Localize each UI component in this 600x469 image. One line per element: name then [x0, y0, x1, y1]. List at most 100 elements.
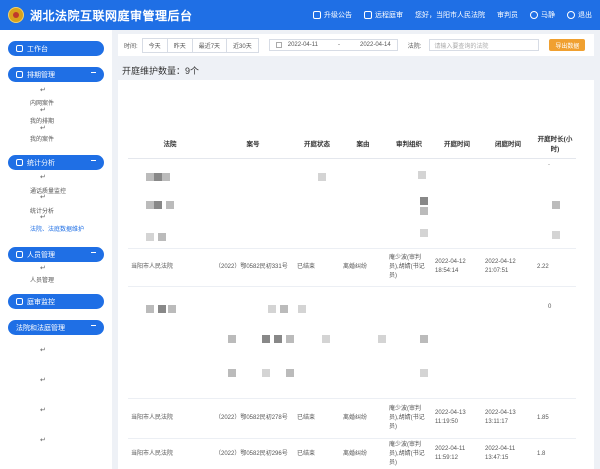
col-duration: 开庭时长(小时) [534, 128, 576, 159]
col-status: 开庭状态 [294, 128, 340, 159]
menu-statistics[interactable]: 统计分析 [8, 155, 104, 170]
cell-duration: 2.22 [534, 248, 576, 287]
calendar-icon [275, 42, 282, 48]
user-icon [530, 11, 538, 19]
submenu-my-cases[interactable]: 我的案件 [30, 134, 54, 143]
range-today-button[interactable]: 今天 [143, 38, 168, 52]
quick-range-group: 今天 昨天 最近7天 近30天 [141, 37, 259, 53]
return-glyph: ↵ [40, 107, 46, 114]
col-court: 法院 [128, 128, 212, 159]
cell-duration: 1.85 [534, 398, 576, 439]
monitor-icon [16, 298, 23, 305]
cell-court: 当阳市人民法院 [128, 398, 212, 439]
return-glyph: ↵ [40, 194, 46, 201]
court-search-input[interactable]: 请输入要查询的法院 [429, 39, 540, 51]
top-header: 湖北法院互联网庭审管理后台 升级公告 远程庭审 您好，当阳市人民法院 审判员 马… [0, 0, 600, 30]
menu-court-management[interactable]: 法院和法庭管理 [8, 320, 104, 335]
cell-close-time: 2022-04-11 13:47:15 [482, 438, 534, 469]
table-row[interactable]: 当阳市人民法院 （2022）鄂0582民初331号 已结束 离婚纠纷 庵少波(审… [128, 248, 576, 287]
chart-icon [16, 159, 23, 166]
time-label: 时间: [124, 43, 138, 50]
hearing-table: 法院 案号 开庭状态 案由 审判组织 开庭时间 闭庭时间 开庭时长(小时) - … [128, 128, 576, 469]
range-7days-button[interactable]: 最近7天 [193, 38, 228, 52]
maintenance-count: 开庭维护数量：9个 [122, 66, 200, 76]
return-glyph: ↵ [40, 87, 46, 94]
schedule-icon [16, 71, 23, 78]
cell-open-time: 2022-04-11 11:59:12 [432, 438, 482, 469]
return-glyph: ↵ [40, 377, 46, 384]
submenu-call-quality[interactable]: 通话质量监控 [30, 186, 66, 195]
cell-case-no: （2022）鄂0582民初331号 [212, 248, 294, 287]
upgrade-notice-link[interactable]: 升级公告 [313, 10, 352, 20]
remote-trial-link[interactable]: 远程庭审 [364, 10, 403, 20]
dashboard-icon [16, 45, 23, 52]
collapse-icon[interactable] [91, 325, 96, 326]
return-glyph: ↵ [40, 125, 46, 132]
cell-status: 已结束 [294, 398, 340, 439]
return-glyph: ↵ [40, 407, 46, 414]
submenu-court-data-maintenance[interactable]: 法院、法庭数据维护 [30, 224, 84, 233]
col-case-no: 案号 [212, 128, 294, 159]
role-text: 审判员 [497, 12, 518, 19]
cell-status: 已结束 [294, 248, 340, 287]
return-glyph: ↵ [40, 174, 46, 181]
cell-org: 庵少波(审判员),胡婧(书记员) [386, 438, 432, 469]
range-30days-button[interactable]: 近30天 [227, 39, 258, 52]
court-emblem-icon [8, 7, 24, 23]
cell-duration: 1.8 [534, 438, 576, 469]
cell-court: 当阳市人民法院 [128, 438, 212, 469]
return-glyph: ↵ [40, 265, 46, 272]
range-yesterday-button[interactable]: 昨天 [168, 38, 193, 52]
col-cause: 案由 [340, 128, 386, 159]
table-row[interactable]: 当阳市人民法院 （2022）鄂0582民初278号 已结束 离婚纠纷 庵少波(审… [128, 398, 576, 439]
menu-personnel[interactable]: 人员管理 [8, 247, 104, 262]
cell-org: 庵少波(审判员),胡婧(书记员) [386, 398, 432, 439]
cell-cause: 离婚纠纷 [340, 398, 386, 439]
end-date: 2022-04-14 [359, 42, 391, 48]
user-menu[interactable]: 马静 [530, 10, 555, 20]
announcement-icon [313, 11, 321, 19]
collapse-icon[interactable] [91, 160, 96, 161]
cell-org: 庵少波(审判员),胡婧(书记员) [386, 248, 432, 287]
sidebar: 工作台 排期管理 ↵ 内网案件 ↵ 我的排期 ↵ 我的案件 统计分析 ↵ 通话质… [0, 30, 112, 469]
greeting-text: 您好，当阳市人民法院 [415, 12, 485, 19]
cell-open-time: 2022-04-13 11:19:50 [432, 398, 482, 439]
main-content: 时间: 今天 昨天 最近7天 近30天 2022-04-11 - 2022-04… [112, 30, 600, 469]
logout-icon [567, 11, 575, 19]
col-close-time: 闭庭时间 [482, 128, 534, 159]
cell-open-time: 2022-04-12 18:54:14 [432, 248, 482, 287]
cell-close-time: 2022-04-12 21:07:51 [482, 248, 534, 287]
court-label: 法院: [407, 43, 422, 50]
redacted-row: - [128, 158, 576, 249]
cell-cause: 离婚纠纷 [340, 248, 386, 287]
collapse-icon[interactable] [91, 72, 96, 73]
people-icon [16, 251, 23, 258]
table-header-row: 法院 案号 开庭状态 案由 审判组织 开庭时间 闭庭时间 开庭时长(小时) [128, 128, 576, 159]
collapse-icon[interactable] [91, 252, 96, 253]
menu-dashboard[interactable]: 工作台 [8, 41, 104, 56]
cell-case-no: （2022）鄂0582民初278号 [212, 398, 294, 439]
col-open-time: 开庭时间 [432, 128, 482, 159]
cell-close-time: 2022-04-13 13:11:17 [482, 398, 534, 439]
remote-trial-icon [364, 11, 372, 19]
app-title: 湖北法院互联网庭审管理后台 [30, 8, 193, 23]
cell-court: 当阳市人民法院 [128, 248, 212, 287]
export-data-button[interactable]: 导出数据 [549, 39, 586, 51]
cell-status: 已结束 [294, 438, 340, 469]
return-glyph: ↵ [40, 437, 46, 444]
logout-link[interactable]: 退出 [567, 10, 592, 20]
return-glyph: ↵ [40, 214, 46, 221]
col-org: 审判组织 [386, 128, 432, 159]
filter-bar: 时间: 今天 昨天 最近7天 近30天 2022-04-11 - 2022-04… [118, 34, 594, 56]
cell-case-no: （2022）鄂0582民初296号 [212, 438, 294, 469]
date-range-picker[interactable]: 2022-04-11 - 2022-04-14 [268, 39, 398, 51]
top-nav: 升级公告 远程庭审 您好，当阳市人民法院 审判员 马静 退出 [301, 0, 592, 30]
submenu-personnel[interactable]: 人员管理 [30, 275, 54, 284]
cell-cause: 离婚纠纷 [340, 438, 386, 469]
menu-schedule[interactable]: 排期管理 [8, 67, 104, 82]
start-date: 2022-04-11 [287, 42, 318, 48]
table-panel: 法院 案号 开庭状态 案由 审判组织 开庭时间 闭庭时间 开庭时长(小时) - … [118, 80, 594, 469]
menu-trial-monitor[interactable]: 庭审监控 [8, 294, 104, 309]
table-row[interactable]: 当阳市人民法院 （2022）鄂0582民初296号 已结束 离婚纠纷 庵少波(审… [128, 438, 576, 469]
return-glyph: ↵ [40, 347, 46, 354]
